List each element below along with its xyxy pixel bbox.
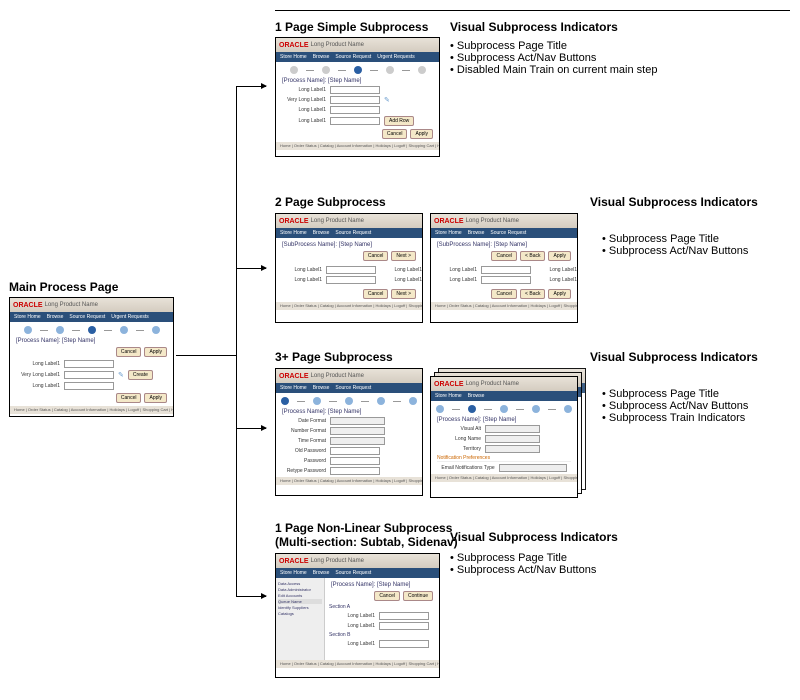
cancel-button[interactable]: Cancel — [116, 393, 142, 403]
addrow-button[interactable]: Add Row — [384, 116, 414, 126]
s4-thumbnail: ORACLELong Product Name Store HomeBrowse… — [275, 553, 440, 678]
vsi-list-1: Subprocess Page Title Subprocess Act/Nav… — [450, 40, 657, 76]
s2-thumb-b: ORACLELong Product Name Store HomeBrowse… — [430, 213, 578, 323]
arrow-vertical — [236, 86, 237, 596]
arrow-trunk — [176, 355, 236, 356]
s2-thumb-a: ORACLELong Product Name Store HomeBrowse… — [275, 213, 423, 323]
vsi-title-4: Visual Subprocess Indicators — [450, 530, 618, 544]
section-3-title: 3+ Page Subprocess — [275, 350, 393, 364]
sidenav-item[interactable]: Data Access — [278, 581, 322, 586]
vsi-list-3: Subprocess Page Title Subprocess Act/Nav… — [602, 388, 748, 424]
apply-button[interactable]: Apply — [144, 347, 167, 357]
select[interactable] — [330, 417, 385, 425]
s3-thumb-stack: ORACLELong Product Name Store HomeBrowse… — [430, 376, 580, 504]
thumb-header: ORACLE Long Product Name — [10, 298, 173, 312]
s1-thumbnail: ORACLELong Product Name Store HomeBrowse… — [275, 37, 440, 157]
vsi-title-3: Visual Subprocess Indicators — [590, 350, 758, 364]
oracle-logo: ORACLE — [13, 302, 43, 309]
arrow-to-s4 — [236, 596, 266, 597]
subprocess-train — [276, 397, 422, 405]
sidenav-item[interactable]: Data Administrator — [278, 587, 322, 592]
pencil-icon[interactable]: ✎ — [118, 371, 124, 379]
vsi-list-2: Subprocess Page Title Subprocess Act/Nav… — [602, 233, 748, 257]
vsi-list-4: Subprocess Page Title Subprocess Act/Nav… — [450, 552, 596, 576]
top-rule — [275, 10, 790, 11]
sidenav-item-active[interactable]: Queue Name — [278, 599, 322, 604]
text-input[interactable] — [64, 382, 114, 390]
nav-bar: Store Home Browse Source Request Urgent … — [10, 312, 173, 322]
arrow-to-s2 — [236, 268, 266, 269]
sidenav-item[interactable]: Catalogs — [278, 611, 322, 616]
main-process-thumbnail: ORACLE Long Product Name Store Home Brow… — [9, 297, 174, 417]
text-input[interactable] — [64, 360, 114, 368]
sidenav: Data Access Data Administrator Edit Acco… — [276, 578, 325, 660]
section-4-subtitle: (Multi-section: Subtab, Sidenav) — [275, 535, 458, 549]
step-title: [Process Name]: [Step Name] — [16, 338, 167, 344]
main-train — [10, 326, 173, 334]
s3-thumb-a: ORACLELong Product Name Store HomeBrowse… — [275, 368, 423, 496]
apply-button[interactable]: Apply — [144, 393, 167, 403]
product-name: Long Product Name — [45, 302, 98, 308]
sidenav-item[interactable]: Identify Suppliers — [278, 605, 322, 610]
section-1-title: 1 Page Simple Subprocess — [275, 20, 428, 34]
section-2-title: 2 Page Subprocess — [275, 195, 386, 209]
footer: Home | Order Status | Catalog | Account … — [10, 406, 173, 414]
main-process-label: Main Process Page — [9, 280, 118, 294]
create-button[interactable]: Create — [128, 370, 153, 380]
cancel-button[interactable]: Cancel — [116, 347, 142, 357]
text-input[interactable] — [64, 371, 114, 379]
arrow-to-s3 — [236, 428, 266, 429]
vsi-title-2: Visual Subprocess Indicators — [590, 195, 758, 209]
pencil-icon[interactable]: ✎ — [384, 96, 390, 104]
arrow-to-s1 — [236, 86, 266, 87]
section-4-title: 1 Page Non-Linear Subprocess — [275, 521, 452, 535]
vsi-title-1: Visual Subprocess Indicators — [450, 20, 618, 34]
sidenav-item[interactable]: Edit Accounts — [278, 593, 322, 598]
disabled-train — [276, 66, 439, 74]
